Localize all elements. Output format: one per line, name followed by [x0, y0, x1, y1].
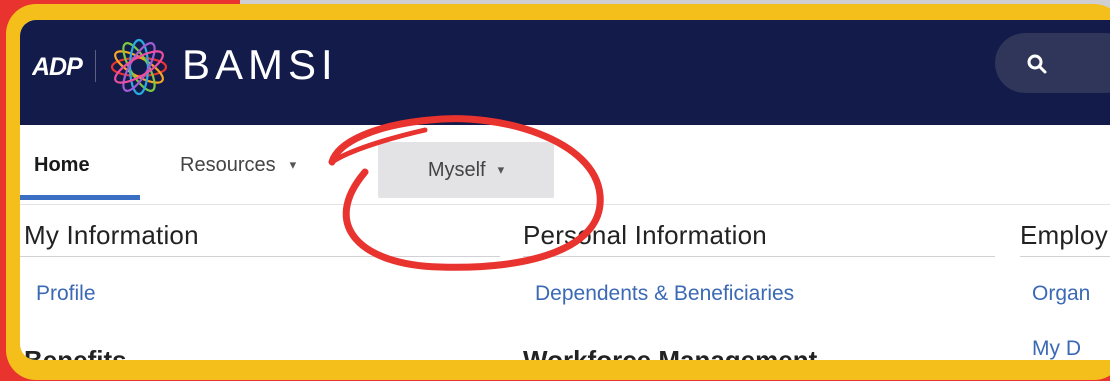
chevron-down-icon: ▾ — [497, 162, 505, 177]
section-divider — [20, 256, 500, 257]
chevron-down-icon: ▾ — [289, 157, 297, 172]
tab-home-active-indicator — [20, 195, 140, 200]
nav-divider — [20, 204, 1110, 205]
bamsi-emblem-icon — [110, 38, 168, 96]
section-title-personal-information: Personal Information — [523, 220, 767, 250]
tab-resources-label: Resources — [180, 153, 276, 176]
link-profile[interactable]: Profile — [36, 282, 96, 306]
app-viewport: ADP BAMSI Home Resources ▾ Myself ▾ My I… — [20, 20, 1110, 360]
section-divider — [523, 256, 995, 257]
tab-myself[interactable]: Myself ▾ — [378, 142, 554, 198]
adp-logo-text: ADP — [32, 53, 83, 81]
search-icon — [1027, 54, 1047, 74]
top-header: ADP BAMSI — [20, 20, 1110, 125]
link-dependents-beneficiaries[interactable]: Dependents & Beneficiaries — [535, 282, 794, 306]
search-button[interactable] — [995, 33, 1110, 93]
link-my-documents[interactable]: My D — [1032, 337, 1081, 360]
section-title-benefits: Benefits — [24, 345, 127, 360]
tab-myself-label: Myself — [427, 158, 486, 181]
brand-name: BAMSI — [182, 41, 338, 88]
tab-home[interactable]: Home — [34, 125, 90, 205]
logo-divider — [95, 50, 96, 82]
adp-logo[interactable]: ADP — [32, 50, 86, 82]
section-title-employment: Employ — [1020, 220, 1108, 250]
section-divider — [1020, 256, 1110, 257]
section-title-workforce-management: Workforce Management — [523, 345, 818, 360]
link-organization[interactable]: Organ — [1032, 282, 1090, 306]
main-nav: Home Resources ▾ Myself ▾ — [20, 125, 1110, 205]
section-title-my-information: My Information — [24, 220, 199, 250]
tab-home-label: Home — [34, 153, 90, 176]
tab-resources[interactable]: Resources ▾ — [180, 125, 296, 205]
